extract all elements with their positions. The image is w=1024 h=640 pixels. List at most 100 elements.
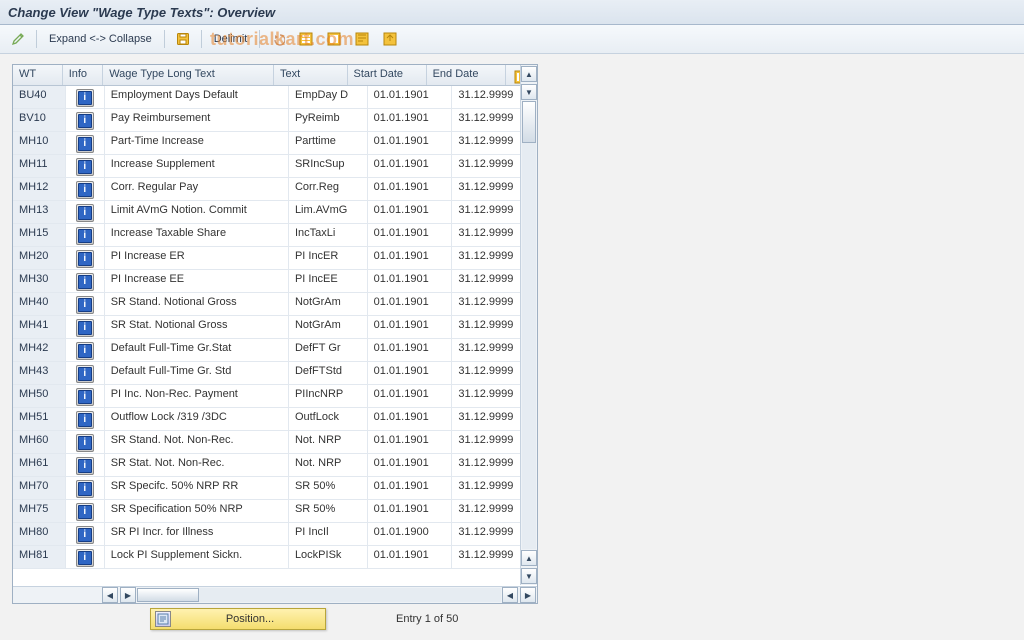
info-button[interactable]: i [76, 296, 94, 314]
cell-wt[interactable]: MH13 [13, 201, 66, 223]
cell-text[interactable]: SR 50% [289, 477, 368, 499]
cell-text[interactable]: PI IncEE [289, 270, 368, 292]
cell-start-date[interactable]: 01.01.1901 [368, 477, 453, 499]
table-row[interactable]: BV10iPay ReimbursementPyReimb01.01.19013… [13, 109, 537, 132]
h-scroll-track[interactable] [137, 588, 501, 602]
cell-text[interactable]: DefFTStd [289, 362, 368, 384]
cell-longtext[interactable]: SR Stat. Notional Gross [105, 316, 289, 338]
cell-wt[interactable]: MH50 [13, 385, 66, 407]
cell-longtext[interactable]: Default Full-Time Gr. Std [105, 362, 289, 384]
info-button[interactable]: i [76, 158, 94, 176]
cell-wt[interactable]: MH41 [13, 316, 66, 338]
info-button[interactable]: i [76, 273, 94, 291]
cell-start-date[interactable]: 01.01.1901 [368, 86, 453, 108]
cell-start-date[interactable]: 01.01.1901 [368, 339, 453, 361]
info-button[interactable]: i [76, 503, 94, 521]
table-row[interactable]: MH11iIncrease SupplementSRIncSup01.01.19… [13, 155, 537, 178]
scroll-down-button[interactable]: ▼ [521, 84, 537, 100]
cell-text[interactable]: PI IncIl [289, 523, 368, 545]
cell-wt[interactable]: MH60 [13, 431, 66, 453]
cell-start-date[interactable]: 01.01.1901 [368, 431, 453, 453]
table-row[interactable]: MH50iPI Inc. Non-Rec. PaymentPIIncNRP01.… [13, 385, 537, 408]
save-button[interactable] [171, 28, 195, 50]
cell-wt[interactable]: BU40 [13, 86, 66, 108]
cell-text[interactable]: PIIncNRP [289, 385, 368, 407]
cell-longtext[interactable]: SR Specifc. 50% NRP RR [105, 477, 289, 499]
cell-wt[interactable]: BV10 [13, 109, 66, 131]
cell-start-date[interactable]: 01.01.1901 [368, 132, 453, 154]
cell-start-date[interactable]: 01.01.1900 [368, 523, 453, 545]
horizontal-scrollbar[interactable]: ◀ ▶ ◀ ▶ [13, 586, 537, 603]
table-row[interactable]: MH80iSR PI Incr. for IllnessPI IncIl01.0… [13, 523, 537, 546]
cell-longtext[interactable]: PI Increase ER [105, 247, 289, 269]
cell-start-date[interactable]: 01.01.1901 [368, 247, 453, 269]
cell-start-date[interactable]: 01.01.1901 [368, 454, 453, 476]
cell-wt[interactable]: MH40 [13, 293, 66, 315]
toggle-edit-button[interactable] [6, 28, 30, 50]
cell-text[interactable]: SR 50% [289, 500, 368, 522]
cell-wt[interactable]: MH81 [13, 546, 66, 568]
cell-text[interactable]: IncTaxLi [289, 224, 368, 246]
table-row[interactable]: MH10iPart-Time IncreaseParttime01.01.190… [13, 132, 537, 155]
cell-wt[interactable]: MH30 [13, 270, 66, 292]
cell-longtext[interactable]: PI Inc. Non-Rec. Payment [105, 385, 289, 407]
cell-start-date[interactable]: 01.01.1901 [368, 201, 453, 223]
table-row[interactable]: MH51iOutflow Lock /319 /3DCOutfLock01.01… [13, 408, 537, 431]
cell-start-date[interactable]: 01.01.1901 [368, 500, 453, 522]
info-button[interactable]: i [76, 204, 94, 222]
scroll-right-step-button[interactable]: ▶ [520, 587, 536, 603]
scroll-left-step-button[interactable]: ◀ [502, 587, 518, 603]
col-text[interactable]: Text [274, 65, 348, 85]
info-button[interactable]: i [76, 388, 94, 406]
cell-text[interactable]: Parttime [289, 132, 368, 154]
export-button[interactable] [378, 28, 402, 50]
table-row[interactable]: MH70iSR Specifc. 50% NRP RRSR 50%01.01.1… [13, 477, 537, 500]
cell-wt[interactable]: MH43 [13, 362, 66, 384]
scroll-track[interactable] [522, 101, 536, 549]
undo-button[interactable] [266, 28, 290, 50]
info-button[interactable]: i [76, 480, 94, 498]
cell-start-date[interactable]: 01.01.1901 [368, 224, 453, 246]
cell-wt[interactable]: MH20 [13, 247, 66, 269]
cell-longtext[interactable]: SR Stand. Notional Gross [105, 293, 289, 315]
cell-longtext[interactable]: Increase Supplement [105, 155, 289, 177]
col-wt[interactable]: WT [13, 65, 63, 85]
deselect-all-button[interactable] [322, 28, 346, 50]
info-button[interactable]: i [76, 457, 94, 475]
h-scroll-thumb[interactable] [137, 588, 199, 602]
info-button[interactable]: i [76, 526, 94, 544]
cell-text[interactable]: Lim.AVmG [289, 201, 368, 223]
cell-longtext[interactable]: Lock PI Supplement Sickn. [105, 546, 289, 568]
cell-start-date[interactable]: 01.01.1901 [368, 362, 453, 384]
info-button[interactable]: i [76, 342, 94, 360]
table-row[interactable]: MH40 i SR Stand. Notional GrossNotGrAm01.0… [13, 293, 537, 316]
cell-wt[interactable]: MH61 [13, 454, 66, 476]
cell-start-date[interactable]: 01.01.1901 [368, 155, 453, 177]
info-button[interactable]: i [76, 549, 94, 567]
cell-wt[interactable]: MH12 [13, 178, 66, 200]
table-row[interactable]: MH15iIncrease Taxable ShareIncTaxLi01.01… [13, 224, 537, 247]
cell-longtext[interactable]: Increase Taxable Share [105, 224, 289, 246]
cell-text[interactable]: OutfLock [289, 408, 368, 430]
cell-start-date[interactable]: 01.01.1901 [368, 408, 453, 430]
info-button[interactable]: i [76, 434, 94, 452]
cell-longtext[interactable]: SR Stand. Not. Non-Rec. [105, 431, 289, 453]
cell-start-date[interactable]: 01.01.1901 [368, 546, 453, 568]
cell-longtext[interactable]: Corr. Regular Pay [105, 178, 289, 200]
scroll-up-button[interactable]: ▲ [521, 66, 537, 82]
cell-start-date[interactable]: 01.01.1901 [368, 316, 453, 338]
cell-wt[interactable]: MH10 [13, 132, 66, 154]
cell-wt[interactable]: MH42 [13, 339, 66, 361]
info-button[interactable]: i [76, 135, 94, 153]
table-row[interactable]: MH61iSR Stat. Not. Non-Rec.Not. NRP01.01… [13, 454, 537, 477]
table-row[interactable]: MH60iSR Stand. Not. Non-Rec.Not. NRP01.0… [13, 431, 537, 454]
table-row[interactable]: MH75iSR Specification 50% NRPSR 50%01.01… [13, 500, 537, 523]
cell-text[interactable]: NotGrAm [289, 293, 368, 315]
col-info[interactable]: Info [63, 65, 104, 85]
cell-text[interactable]: DefFT Gr [289, 339, 368, 361]
expand-collapse-button[interactable]: Expand <-> Collapse [43, 33, 158, 45]
table-row[interactable]: MH12iCorr. Regular PayCorr.Reg01.01.1901… [13, 178, 537, 201]
cell-start-date[interactable]: 01.01.1901 [368, 293, 453, 315]
table-row[interactable]: BU40iEmployment Days DefaultEmpDay D01.0… [13, 86, 537, 109]
table-row[interactable]: MH81iLock PI Supplement Sickn.LockPISk01… [13, 546, 537, 569]
